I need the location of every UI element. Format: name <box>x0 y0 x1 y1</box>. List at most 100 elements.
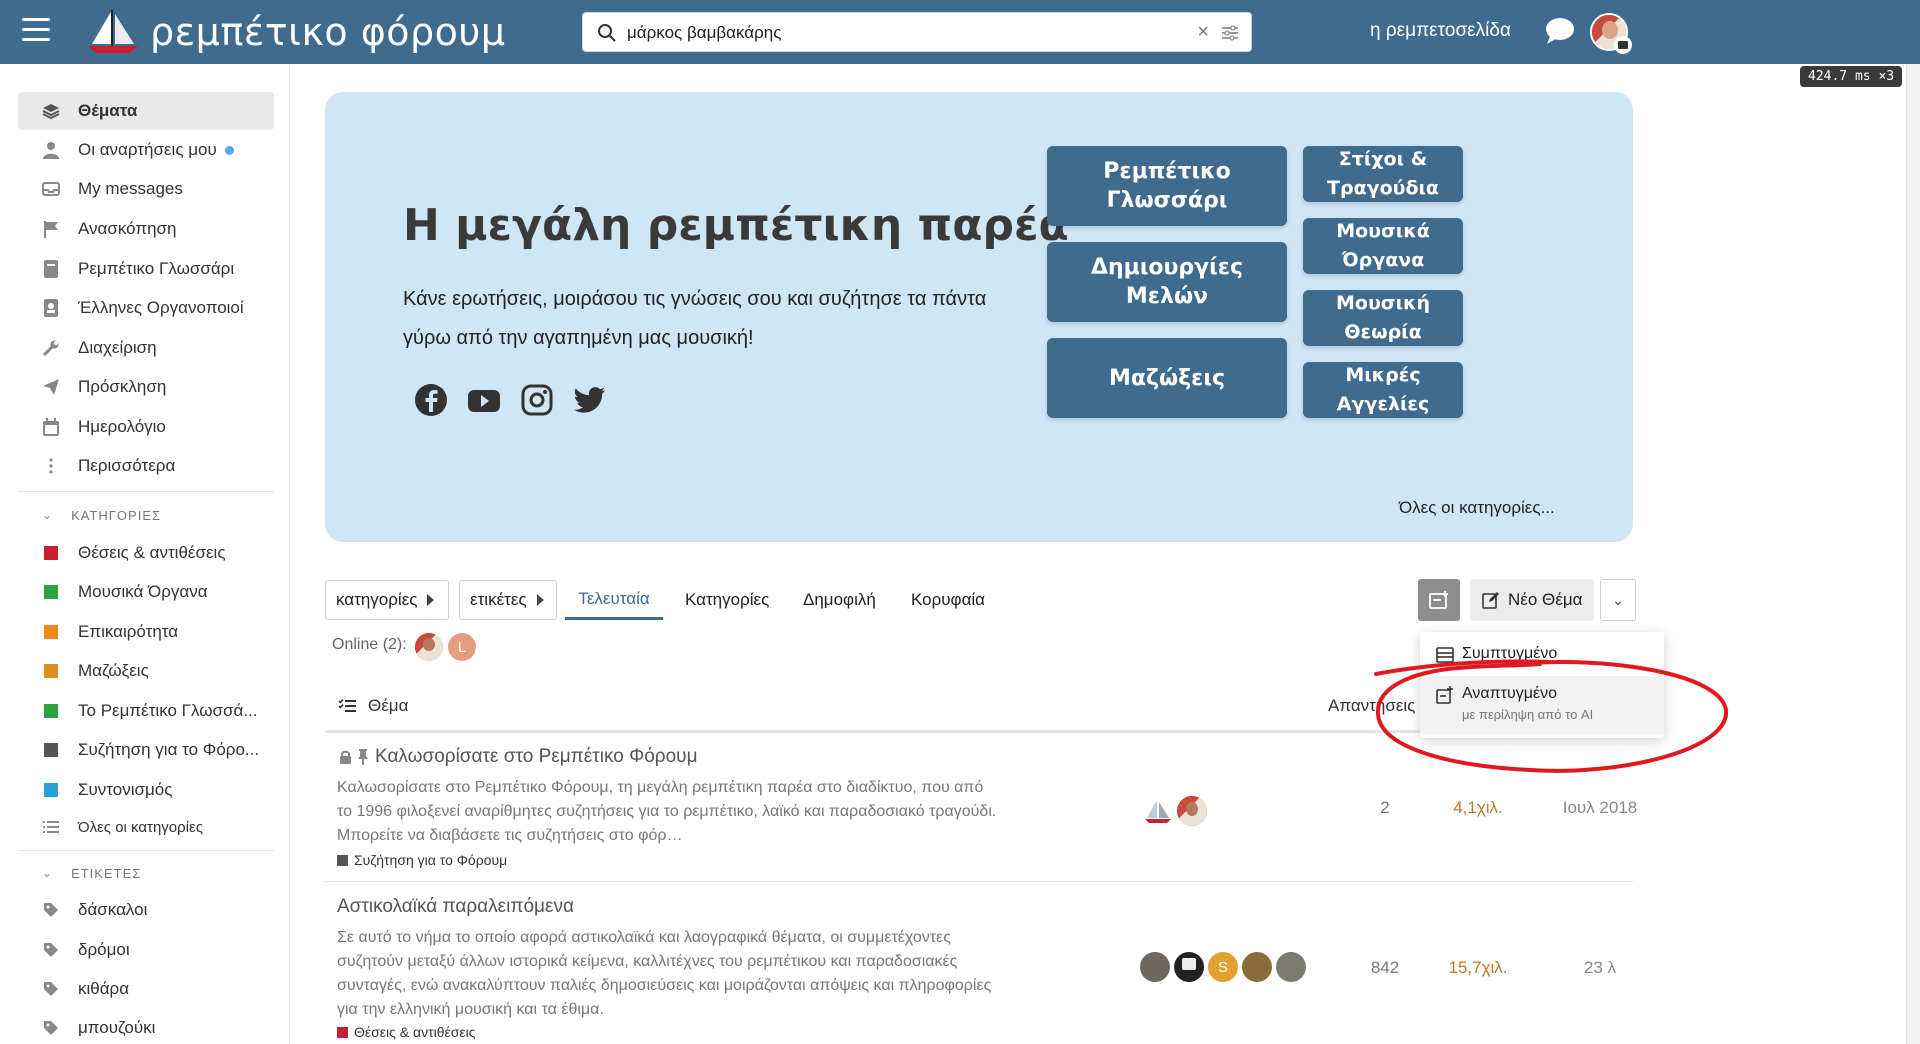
tab-popular[interactable]: Δημοφιλή <box>803 580 876 620</box>
search-bar[interactable]: μάρκος βαμβακάρης × <box>582 12 1252 52</box>
sidebar-category-item[interactable]: Μουσικά Όργανα <box>18 573 274 611</box>
sidebar-item-admin[interactable]: Διαχείριση <box>18 329 274 367</box>
sidebar-item-my-posts[interactable]: Οι αναρτήσεις μου <box>18 131 274 169</box>
youtube-icon[interactable] <box>466 382 502 418</box>
topic-last-activity[interactable]: 23 λ <box>1515 958 1685 978</box>
online-user-avatar[interactable] <box>415 633 443 661</box>
sidebar-item-label: My messages <box>78 179 183 198</box>
instagram-icon[interactable] <box>519 382 555 418</box>
logo-text[interactable]: ρεμπέτικο φόρουμ <box>150 10 506 54</box>
performance-badge: 424.7 ms ×3 <box>1800 66 1903 87</box>
tab-categories[interactable]: Κατηγορίες <box>685 580 769 620</box>
more-vertical-icon <box>42 457 60 475</box>
tab-top[interactable]: Κορυφαία <box>911 580 985 620</box>
hamburger-menu-icon[interactable] <box>22 18 50 42</box>
sidebar-item-label: Συντονισμός <box>78 780 173 799</box>
sidebar-all-categories[interactable]: Όλες οι κατηγορίες <box>18 808 274 846</box>
sidebar-category-item[interactable]: Μαζώξεις <box>18 652 274 690</box>
poster-avatar[interactable] <box>1177 796 1207 826</box>
banner-title: Η μεγάλη ρεμπέτικη παρέα <box>403 200 1069 251</box>
banner-text: Κάνε ερωτήσεις, μοιράσου τις γνώσεις σου… <box>403 288 987 349</box>
instruments-button[interactable]: Μουσικά Όργανα <box>1303 218 1463 274</box>
new-topic-button[interactable]: Νέο Θέμα <box>1470 579 1594 621</box>
topic-last-activity[interactable]: Ιουλ 2018 <box>1515 798 1685 818</box>
sidebar-item-glossary[interactable]: Ρεμπέτικο Γλωσσάρι <box>18 250 274 288</box>
sidebar-item-label: δρόμοι <box>78 940 130 959</box>
chevron-down-icon: ⌄ <box>42 508 54 522</box>
topic-category-badge[interactable]: Συζήτηση για το Φόρουμ <box>337 852 507 868</box>
sidebar-tag-item[interactable]: μπουζούκι <box>18 1009 274 1044</box>
topic-column-header[interactable]: Θέμα <box>368 696 408 716</box>
filter-label: ετικέτες <box>470 590 527 609</box>
glossary-button[interactable]: Ρεμπέτικο Γλωσσάρι <box>1047 146 1287 226</box>
categories-filter-dropdown[interactable]: κατηγορίες <box>325 580 449 620</box>
sidebar-category-item[interactable]: Συντονισμός <box>18 771 274 809</box>
sidebar-item-more[interactable]: Περισσότερα <box>18 447 274 485</box>
poster-avatar[interactable] <box>1174 952 1204 982</box>
lyrics-songs-button[interactable]: Στίχοι & Τραγούδια <box>1303 146 1463 202</box>
sidebar-item-label: δάσκαλοι <box>78 900 148 919</box>
tags-section-toggle[interactable]: ⌄ ΕΤΙΚΕΤΕΣ <box>18 858 274 888</box>
sidebar-item-invite[interactable]: Πρόσκληση <box>18 368 274 406</box>
flag-icon <box>42 220 60 238</box>
caret-right-icon <box>427 594 435 606</box>
categories-section-toggle[interactable]: ⌄ ΚΑΤΗΓΟΡΙΕΣ <box>18 500 274 530</box>
sidebar-item-calendar[interactable]: Ημερολόγιο <box>18 408 274 446</box>
online-user-avatar[interactable]: L <box>448 633 476 661</box>
sidebar-category-item[interactable]: Το Ρεμπέτικο Γλωσσά... <box>18 692 274 730</box>
member-creations-button[interactable]: Δημιουργίες Μελών <box>1047 242 1287 322</box>
lock-icon <box>340 750 351 764</box>
facebook-icon[interactable] <box>413 382 449 418</box>
topic-title-link[interactable]: Αστικολαϊκά παραλειπόμενα <box>337 896 574 918</box>
topic-view-toggle-button[interactable] <box>1418 579 1460 621</box>
clear-search-icon[interactable]: × <box>1197 21 1209 44</box>
poster-avatar[interactable] <box>1242 952 1272 982</box>
tab-latest[interactable]: Τελευταία <box>565 580 663 620</box>
online-users-label: Online (2): <box>332 636 407 653</box>
sidebar-item-luthiers[interactable]: Έλληνες Οργανοποιοί <box>18 289 274 327</box>
page-scrollbar[interactable] <box>1906 64 1920 1044</box>
classifieds-button[interactable]: Μικρές Αγγελίες <box>1303 362 1463 418</box>
category-swatch <box>44 704 58 718</box>
topic-replies-count[interactable]: 842 <box>1355 958 1415 978</box>
sidebar-item-review[interactable]: Ανασκόπηση <box>18 210 274 248</box>
all-categories-link[interactable]: Όλες οι κατηγορίες... <box>1399 498 1555 518</box>
sidebar-category-item[interactable]: Επικαιρότητα <box>18 613 274 651</box>
sidebar-category-item[interactable]: Θέσεις & αντιθέσεις <box>18 534 274 572</box>
tag-icon <box>42 941 60 959</box>
sidebar-tag-item[interactable]: κιθάρα <box>18 970 274 1008</box>
sidebar-tag-item[interactable]: δάσκαλοι <box>18 891 274 929</box>
unread-dot <box>224 145 234 155</box>
topic-title-link[interactable]: Καλωσορίσατε στο Ρεμπέτικο Φόρουμ <box>375 746 698 768</box>
welcome-banner: Η μεγάλη ρεμπέτικη παρέα Κάνε ερωτήσεις,… <box>325 92 1633 542</box>
sidebar-item-label: Περισσότερα <box>78 456 176 475</box>
logo-boat-icon[interactable] <box>84 8 142 54</box>
sidebar-item-label: Διαχείριση <box>78 338 157 357</box>
gatherings-button[interactable]: Μαζώξεις <box>1047 338 1287 418</box>
topic-row[interactable]: Αστικολαϊκά παραλειπόμενα Σε αυτό το νήμ… <box>325 882 1633 1044</box>
sidebar-tag-item[interactable]: δρόμοι <box>18 931 274 969</box>
category-swatch <box>44 783 58 797</box>
poster-avatar[interactable] <box>1276 952 1306 982</box>
tags-filter-dropdown[interactable]: ετικέτες <box>459 580 557 620</box>
sidebar-item-topics[interactable]: Θέματα <box>18 92 274 130</box>
pin-icon <box>358 749 368 765</box>
search-filter-icon[interactable] <box>1221 24 1239 42</box>
new-topic-options-button[interactable]: ⌄ <box>1600 579 1636 621</box>
sidebar-item-label: κιθάρα <box>78 979 130 998</box>
search-input[interactable]: μάρκος βαμβακάρης <box>627 23 781 43</box>
topic-replies-count[interactable]: 2 <box>1355 798 1415 818</box>
music-theory-button[interactable]: Μουσική Θεωρία <box>1303 290 1463 346</box>
sidebar-item-messages[interactable]: My messages <box>18 170 274 208</box>
category-label: Θέσεις & αντιθέσεις <box>354 1024 476 1040</box>
sidebar-category-item[interactable]: Συζήτηση για το Φόρο... <box>18 731 274 769</box>
poster-avatar[interactable] <box>1140 952 1170 982</box>
list-check-icon[interactable] <box>338 698 356 714</box>
home-page-link[interactable]: η ρεμπετοσελίδα <box>1370 20 1511 42</box>
chat-icon[interactable] <box>1544 16 1576 46</box>
poster-avatar[interactable]: S <box>1208 952 1238 982</box>
twitter-icon[interactable] <box>572 382 608 418</box>
sidebar-divider <box>18 491 274 492</box>
poster-avatar-boat-icon[interactable] <box>1143 796 1173 826</box>
topic-category-badge[interactable]: Θέσεις & αντιθέσεις <box>337 1024 476 1040</box>
